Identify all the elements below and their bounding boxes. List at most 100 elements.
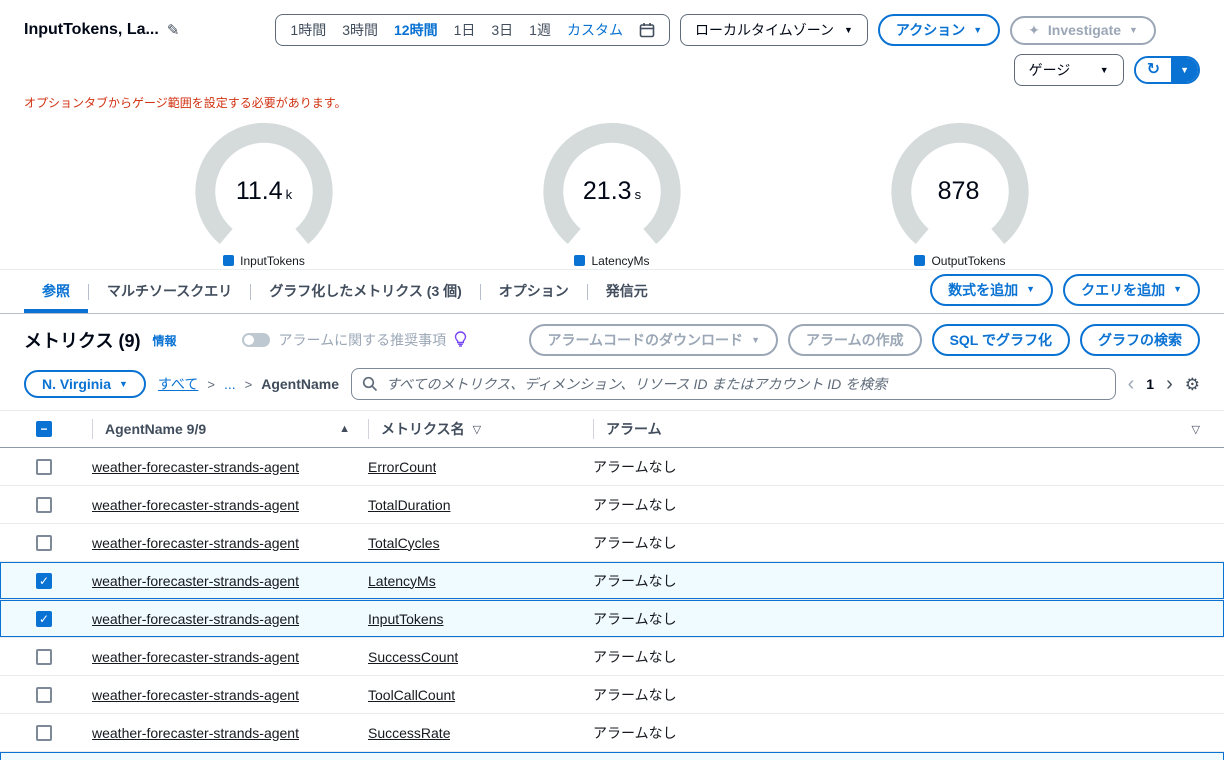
chevron-down-icon: ▼ [1180,64,1189,75]
time-range-1h[interactable]: 1時間 [290,20,326,40]
breadcrumb-ellipsis[interactable]: ... [224,376,236,392]
time-range-3h[interactable]: 3時間 [342,20,378,40]
chart-type-select[interactable]: ゲージ ▼ [1013,54,1124,86]
sort-ascending-icon[interactable]: ▲ [339,423,350,435]
investigate-button[interactable]: ✦ Investigate ▼ [1010,15,1156,45]
chevron-down-icon: ▼ [973,24,983,35]
gauge-legend[interactable]: LatencyMs [574,254,650,268]
metric-name-link[interactable]: SuccessCount [368,649,458,665]
column-header-metric-name[interactable]: メトリクス名 ▽ [368,419,593,439]
alarm-status: アラームなし [593,648,677,665]
graph-with-sql-button[interactable]: SQL でグラフ化 [931,324,1070,356]
time-range-1w[interactable]: 1週 [529,20,551,40]
actions-button[interactable]: アクション ▼ [877,14,1001,46]
row-checkbox[interactable] [36,458,52,475]
metric-name-link[interactable]: ToolCallCount [368,687,455,703]
gauge-latency-ms: 21.3 s LatencyMs [512,111,712,269]
next-page-icon[interactable]: › [1166,374,1173,394]
gear-icon[interactable]: ⚙ [1185,376,1200,393]
add-math-button[interactable]: 数式を追加 ▼ [930,273,1054,306]
page-title: InputTokens, La... [24,21,159,38]
column-header-alarm[interactable]: アラーム ▽ [593,419,1200,439]
agent-name-link[interactable]: weather-forecaster-strands-agent [92,573,299,589]
tab-source[interactable]: 発信元 [588,270,666,313]
search-graph-button[interactable]: グラフの検索 [1080,324,1200,356]
agent-name-link[interactable]: weather-forecaster-strands-agent [92,497,299,513]
agent-name-link[interactable]: weather-forecaster-strands-agent [92,611,299,627]
gauge-legend[interactable]: InputTokens [223,254,305,268]
edit-icon[interactable]: ✎ [167,21,180,39]
info-link[interactable]: 情報 [152,332,176,349]
region-select[interactable]: N. Virginia ▼ [24,370,146,398]
calendar-icon[interactable] [639,22,655,38]
alarm-recommendation-label: アラームに関する推奨事項 [278,332,447,348]
legend-swatch [223,255,235,266]
sparkle-icon: ✦ [1028,21,1040,38]
time-range-1d[interactable]: 1日 [454,20,476,40]
agent-name-link[interactable]: weather-forecaster-strands-agent [92,687,299,703]
chevron-down-icon: ▼ [1129,24,1138,35]
breadcrumb-separator: > [244,376,253,392]
agent-name-link[interactable]: weather-forecaster-strands-agent [92,725,299,741]
tab-graphed-metrics[interactable]: グラフ化したメトリクス (3 個) [251,270,479,313]
lightbulb-icon [454,330,467,350]
add-query-button[interactable]: クエリを追加 ▼ [1063,273,1200,306]
gauge-legend[interactable]: OutputTokens [914,254,1006,268]
metric-name-link[interactable]: ErrorCount [368,459,436,475]
row-checkbox[interactable] [36,534,52,551]
select-all-checkbox[interactable]: − [36,421,52,437]
chevron-down-icon: ▼ [118,378,128,389]
gauge-widgets: 11.4 k InputTokens 21.3 s LatencyMs 878 Ou… [0,111,1224,269]
gauge-value: 21.3 s [582,177,642,205]
row-checkbox[interactable]: ✓ [36,572,52,589]
table-row[interactable]: weather-forecaster-strands-agent TotalDu… [0,486,1224,524]
agent-name-link[interactable]: weather-forecaster-strands-agent [92,649,299,665]
metric-name-link[interactable]: SuccessRate [368,725,450,741]
time-range-3d[interactable]: 3日 [491,20,513,40]
row-checkbox[interactable]: ✓ [36,610,52,627]
metric-name-link[interactable]: LatencyMs [368,573,436,589]
download-alarm-code-button[interactable]: アラームコードのダウンロード ▼ [529,324,778,356]
time-range-12h[interactable]: 12時間 [394,20,438,40]
row-checkbox[interactable] [36,496,52,513]
breadcrumb-all[interactable]: すべて [158,374,198,394]
table-row[interactable]: weather-forecaster-strands-agent Success… [0,638,1224,676]
refresh-options-button[interactable]: ▼ [1171,58,1198,82]
alarm-status: アラームなし [593,610,677,627]
table-row[interactable]: weather-forecaster-strands-agent Success… [0,714,1224,752]
metric-name-link[interactable]: TotalDuration [368,497,451,513]
timezone-select[interactable]: ローカルタイムゾーン ▼ [679,14,868,46]
sort-icon[interactable]: ▽ [473,423,481,436]
check-icon: ✓ [38,611,50,626]
table-row[interactable]: weather-forecaster-strands-agent ToolCal… [0,676,1224,714]
agent-name-link[interactable]: weather-forecaster-strands-agent [92,459,299,475]
table-row[interactable]: ✓ weather-forecaster-strands-agent Outpu… [0,752,1224,760]
sort-icon[interactable]: ▽ [1192,423,1200,436]
legend-swatch [914,255,926,266]
row-checkbox[interactable] [36,686,52,703]
table-row[interactable]: weather-forecaster-strands-agent TotalCy… [0,524,1224,562]
table-row[interactable]: weather-forecaster-strands-agent ErrorCo… [0,448,1224,486]
refresh-icon[interactable]: ↻ [1135,58,1172,82]
alarm-recommendation-toggle[interactable] [242,333,271,347]
metric-name-link[interactable]: InputTokens [368,611,444,627]
create-alarm-button[interactable]: アラームの作成 [787,324,922,356]
refresh-split-button: ↻ ▼ [1133,56,1200,84]
table-row[interactable]: ✓ weather-forecaster-strands-agent Laten… [0,562,1224,600]
tab-browse[interactable]: 参照 [24,270,88,313]
agent-name-link[interactable]: weather-forecaster-strands-agent [92,535,299,551]
row-checkbox[interactable] [36,724,52,741]
row-checkbox[interactable] [36,648,52,665]
column-header-agentname[interactable]: AgentName 9/9 ▲ [92,419,368,439]
table-row[interactable]: ✓ weather-forecaster-strands-agent Input… [0,600,1224,638]
metric-name-link[interactable]: TotalCycles [368,535,440,551]
metrics-title: メトリクス (9) [24,331,141,351]
time-range-custom[interactable]: カスタム [567,20,623,40]
chevron-down-icon: ▼ [1099,64,1109,75]
tab-multi-source-query[interactable]: マルチソースクエリ [89,270,250,313]
current-page[interactable]: 1 [1146,376,1154,392]
prev-page-icon[interactable]: ‹ [1128,374,1135,394]
tab-options[interactable]: オプション [481,270,587,313]
search-input[interactable] [351,368,1116,400]
table-header-row: − AgentName 9/9 ▲ メトリクス名 ▽ アラーム ▽ [0,410,1224,448]
